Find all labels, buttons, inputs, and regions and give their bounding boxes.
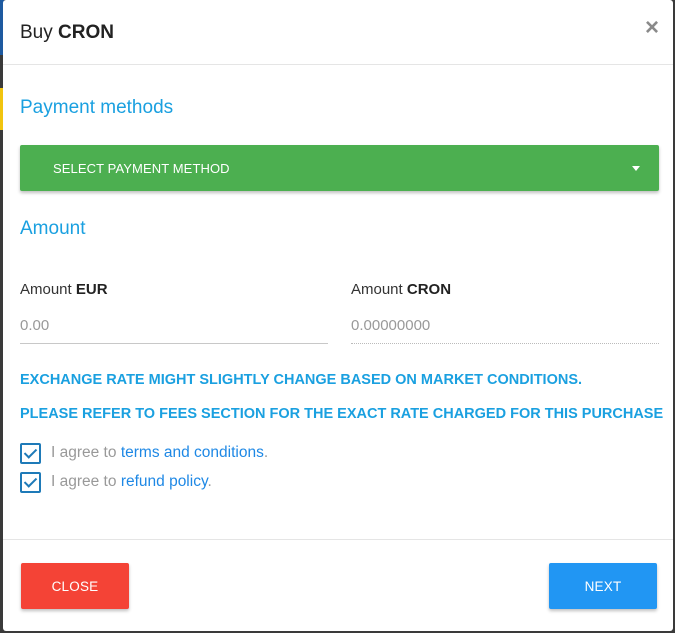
check-icon	[23, 473, 38, 488]
close-icon[interactable]: ×	[645, 16, 659, 40]
modal-title-coin: CRON	[58, 22, 114, 43]
modal-title-prefix: Buy	[20, 22, 53, 43]
refund-agreement-text: I agree to refund policy.	[51, 473, 212, 491]
modal-title: Buy CRON	[20, 22, 114, 44]
refund-prefix: I agree to	[51, 473, 117, 490]
amount-cron-label: Amount CRON	[351, 281, 451, 298]
terms-prefix: I agree to	[51, 444, 117, 461]
refund-checkbox[interactable]	[20, 471, 41, 493]
modal-header: Buy CRON ×	[3, 0, 673, 65]
exchange-rate-notice: EXCHANGE RATE MIGHT SLIGHTLY CHANGE BASE…	[20, 372, 583, 388]
amount-eur-label: Amount EUR	[20, 281, 108, 298]
amount-eur-input[interactable]	[20, 308, 328, 344]
amount-cron-label-prefix: Amount	[351, 281, 403, 298]
footer-divider	[3, 539, 673, 540]
amount-eur-label-currency: EUR	[75, 281, 108, 298]
payment-method-select[interactable]: SELECT PAYMENT METHOD	[20, 145, 659, 191]
terms-agreement-text: I agree to terms and conditions.	[51, 444, 268, 462]
fees-notice: PLEASE REFER TO FEES SECTION FOR THE EXA…	[20, 406, 664, 422]
next-button[interactable]: NEXT	[549, 563, 657, 609]
amount-eur-label-prefix: Amount	[20, 281, 72, 298]
terms-checkbox[interactable]	[20, 442, 41, 464]
amount-cron-input[interactable]	[351, 308, 659, 344]
chevron-down-icon	[632, 166, 640, 171]
amount-cron-label-currency: CRON	[406, 281, 452, 298]
payment-method-select-label: SELECT PAYMENT METHOD	[53, 161, 230, 176]
terms-link[interactable]: terms and conditions	[121, 444, 264, 461]
terms-agreement-row: I agree to terms and conditions.	[20, 442, 268, 464]
refund-suffix: .	[207, 473, 212, 490]
check-icon	[23, 444, 38, 459]
refund-agreement-row: I agree to refund policy.	[20, 471, 212, 493]
buy-modal: Buy CRON × Payment methods SELECT PAYMEN…	[3, 0, 673, 631]
payment-methods-heading: Payment methods	[20, 97, 174, 118]
refund-link[interactable]: refund policy	[121, 473, 208, 490]
terms-suffix: .	[263, 444, 269, 461]
amount-heading: Amount	[20, 218, 86, 239]
close-button[interactable]: CLOSE	[21, 563, 129, 609]
